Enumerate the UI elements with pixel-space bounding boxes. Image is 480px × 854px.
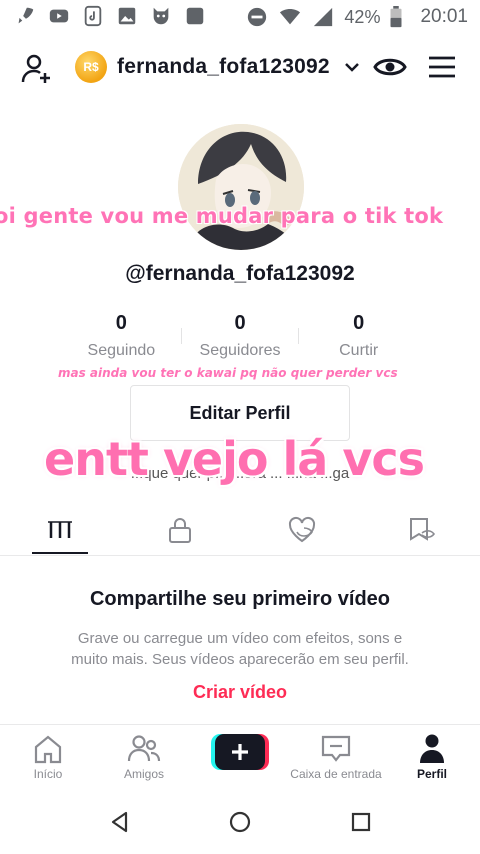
coins-icon[interactable]: R$ [75, 51, 107, 83]
overlay-text-top: oi gente vou me mudar para o tik tok [0, 204, 444, 228]
gallery-notification-icon [118, 7, 136, 25]
empty-state-title: Compartilhe seu primeiro vídeo [89, 588, 391, 610]
active-tab-indicator [32, 552, 88, 554]
home-icon [34, 735, 62, 764]
overlay-text-large: entt vejo lá vcs [44, 432, 425, 486]
nav-label: Amigos [123, 767, 164, 781]
private-lock-tab-icon[interactable] [165, 516, 195, 544]
videos-grid-tab-icon[interactable] [45, 516, 75, 544]
cell-signal-icon [314, 7, 333, 27]
profile-content-tabs [0, 508, 480, 556]
create-video-link[interactable]: Criar vídeo [0, 682, 480, 703]
back-icon[interactable] [108, 810, 132, 834]
nav-label: Perfil [416, 767, 447, 781]
nav-profile[interactable]: Perfil [384, 733, 480, 781]
create-plus-button[interactable] [211, 734, 269, 770]
home-circle-icon[interactable] [228, 810, 252, 834]
recents-square-icon[interactable] [349, 810, 373, 834]
profile-handle: @fernanda_fofa123092 [125, 262, 355, 285]
status-bar: 42% 20:01 [0, 0, 480, 34]
wifi-icon [280, 8, 301, 25]
nav-friends[interactable]: Amigos [96, 733, 192, 781]
profile-views-eye-icon[interactable] [373, 54, 407, 80]
profile-stats: 0 Seguindo 0 Seguidores 0 Curtir [62, 310, 418, 370]
anime-avatar-image [178, 124, 304, 250]
app-notification-icon [186, 7, 204, 25]
do-not-disturb-icon [248, 7, 267, 27]
stat-value: 0 [353, 312, 365, 334]
chevron-down-icon[interactable] [344, 57, 360, 77]
stat-value: 0 [234, 312, 246, 334]
profile-header: R$ fernanda_fofa123092 [0, 44, 480, 92]
system-navigation-bar [0, 790, 480, 854]
hamburger-menu-icon[interactable] [428, 55, 456, 79]
stat-value: 0 [115, 312, 127, 334]
stat-label: Seguindo [87, 342, 156, 359]
overlay-text-small: mas ainda vou ter o kawai pq não quer pe… [58, 366, 398, 380]
stat-divider [180, 328, 182, 344]
empty-state-description: Grave ou carregue um vídeo com efeitos, … [71, 630, 409, 668]
nav-label: Caixa de entrada [290, 767, 382, 781]
profile-person-icon [420, 734, 444, 763]
tiktok-notification-icon [84, 5, 102, 27]
battery-percentage: 42% [344, 6, 381, 27]
liked-videos-heart-tab-icon[interactable] [287, 516, 317, 544]
account-switcher-username[interactable]: fernanda_fofa123092 [117, 55, 330, 79]
cat-app-notification-icon [153, 7, 169, 25]
add-friend-icon[interactable] [20, 52, 54, 86]
youtube-notification-icon [49, 9, 69, 23]
rocket-notification-icon [18, 7, 34, 24]
friends-icon [127, 735, 161, 762]
nav-label: Início [33, 767, 63, 781]
stat-label: Curtir [339, 342, 379, 359]
stat-label: Seguidores [199, 342, 281, 359]
inbox-icon [321, 735, 351, 762]
clock: 20:01 [420, 6, 468, 27]
favorites-bookmark-tab-icon[interactable] [407, 516, 437, 544]
stat-followers[interactable]: 0 Seguidores [180, 310, 300, 370]
nav-home[interactable]: Início [0, 733, 96, 781]
avatar[interactable] [178, 124, 304, 250]
stat-following[interactable]: 0 Seguindo [62, 310, 181, 370]
bottom-navigation: Início Amigos Caixa de entrada Perfil [0, 724, 480, 790]
stat-likes[interactable]: 0 Curtir [299, 310, 418, 370]
battery-icon [390, 6, 402, 28]
coin-label: R$ [83, 60, 99, 74]
nav-inbox[interactable]: Caixa de entrada [288, 733, 384, 781]
